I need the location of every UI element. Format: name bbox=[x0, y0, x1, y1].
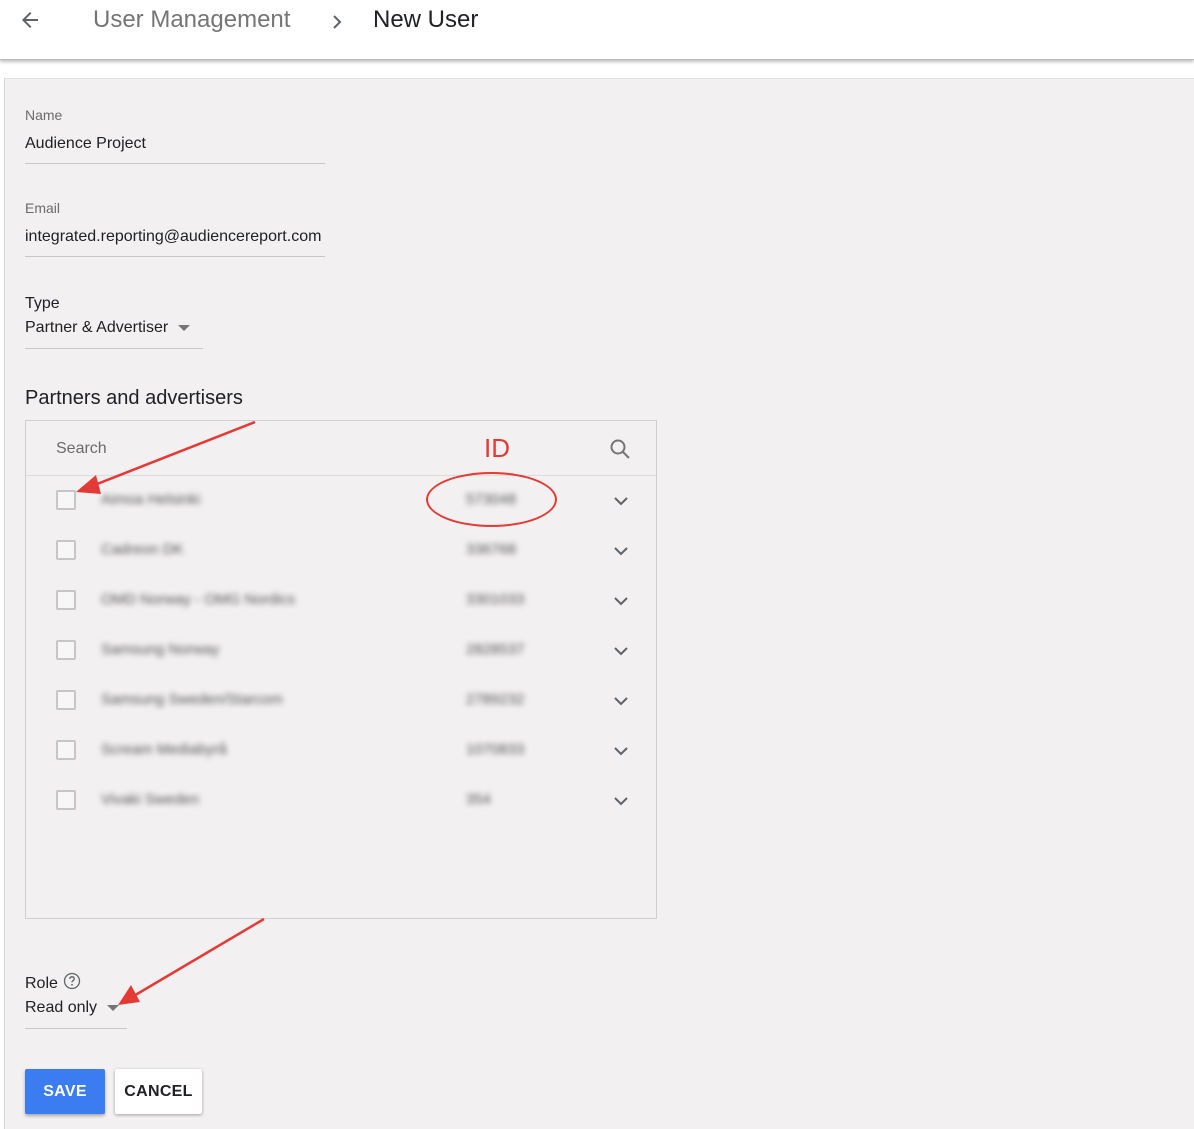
chevron-down-icon[interactable] bbox=[612, 542, 630, 560]
row-id: 3301033 bbox=[466, 591, 525, 608]
search-input[interactable] bbox=[56, 439, 436, 459]
email-label: Email bbox=[25, 200, 61, 216]
arrow-left-icon bbox=[22, 12, 38, 28]
name-underline bbox=[25, 163, 325, 164]
row-checkbox[interactable] bbox=[56, 690, 76, 710]
row-id: 2828537 bbox=[466, 641, 525, 658]
chevron-down-icon[interactable] bbox=[612, 792, 630, 810]
list-item[interactable]: Cadreon DK 336768 bbox=[26, 526, 656, 576]
id-highlight-circle bbox=[426, 472, 557, 527]
chevron-down-icon[interactable] bbox=[612, 642, 630, 660]
dropdown-arrow-icon bbox=[178, 325, 191, 331]
type-underline bbox=[25, 348, 203, 349]
partners-section-title: Partners and advertisers bbox=[25, 387, 243, 409]
email-field[interactable]: integrated.reporting@audiencereport.com bbox=[25, 228, 325, 246]
row-name: Aimoa Helsinki bbox=[101, 491, 201, 508]
breadcrumb-user-management[interactable]: User Management bbox=[93, 6, 290, 34]
row-checkbox[interactable] bbox=[56, 490, 76, 510]
chevron-down-icon[interactable] bbox=[612, 742, 630, 760]
row-name: Vivaki Sweden bbox=[101, 791, 200, 808]
row-checkbox[interactable] bbox=[56, 740, 76, 760]
page-title: New User bbox=[373, 6, 479, 33]
name-label: Name bbox=[25, 107, 63, 123]
row-name: Cadreon DK bbox=[101, 541, 184, 558]
chevron-down-icon[interactable] bbox=[612, 592, 630, 610]
role-label: Role bbox=[25, 975, 58, 992]
list-item[interactable]: OMD Norway - OMG Nordics 3301033 bbox=[26, 576, 656, 626]
dropdown-arrow-icon bbox=[107, 1005, 120, 1011]
role-select-value: Read only bbox=[25, 999, 98, 1016]
help-circle-icon[interactable] bbox=[63, 972, 81, 990]
back-button[interactable] bbox=[14, 4, 46, 36]
chevron-right-icon bbox=[333, 15, 342, 29]
row-id: 336768 bbox=[466, 541, 517, 558]
row-name: Scream Mediabyrå bbox=[101, 741, 227, 758]
list-item[interactable]: Aimoa Helsinki 573048 bbox=[26, 476, 656, 526]
row-id: 354 bbox=[466, 791, 492, 808]
search-icon[interactable] bbox=[608, 437, 632, 461]
row-checkbox[interactable] bbox=[56, 540, 76, 560]
list-item[interactable]: Vivaki Sweden 354 bbox=[26, 776, 656, 826]
chevron-down-icon[interactable] bbox=[612, 692, 630, 710]
chevron-down-icon[interactable] bbox=[612, 492, 630, 510]
row-checkbox[interactable] bbox=[56, 790, 76, 810]
type-select-value: Partner & Advertiser bbox=[25, 319, 169, 336]
list-item[interactable]: Samsung Sweden/Starcom 2789232 bbox=[26, 676, 656, 726]
id-annotation-label: ID bbox=[484, 433, 510, 463]
cancel-button[interactable]: CANCEL bbox=[115, 1069, 202, 1114]
search-bar: ID bbox=[26, 421, 656, 476]
row-name: OMD Norway - OMG Nordics bbox=[101, 591, 296, 608]
row-checkbox[interactable] bbox=[56, 640, 76, 660]
row-name: Samsung Sweden/Starcom bbox=[101, 691, 283, 708]
row-checkbox[interactable] bbox=[56, 590, 76, 610]
role-underline bbox=[25, 1028, 127, 1029]
type-label: Type bbox=[25, 295, 60, 312]
row-id: 2789232 bbox=[466, 691, 525, 708]
partners-list: ID Aimoa Helsinki 573048 Cadreon DK 3367… bbox=[25, 420, 657, 919]
row-id: 1070833 bbox=[466, 741, 525, 758]
list-item[interactable]: Samsung Norway 2828537 bbox=[26, 626, 656, 676]
type-select[interactable]: Partner & Advertiser bbox=[25, 319, 191, 337]
list-item[interactable]: Scream Mediabyrå 1070833 bbox=[26, 726, 656, 776]
name-field[interactable]: Audience Project bbox=[25, 135, 325, 153]
role-select[interactable]: Read only bbox=[25, 999, 120, 1017]
email-underline bbox=[25, 256, 325, 257]
row-name: Samsung Norway bbox=[101, 641, 220, 658]
new-user-form: Name Audience Project Email integrated.r… bbox=[4, 78, 1194, 1129]
top-app-bar: User Management New User bbox=[0, 0, 1194, 60]
save-button[interactable]: SAVE bbox=[25, 1069, 105, 1114]
